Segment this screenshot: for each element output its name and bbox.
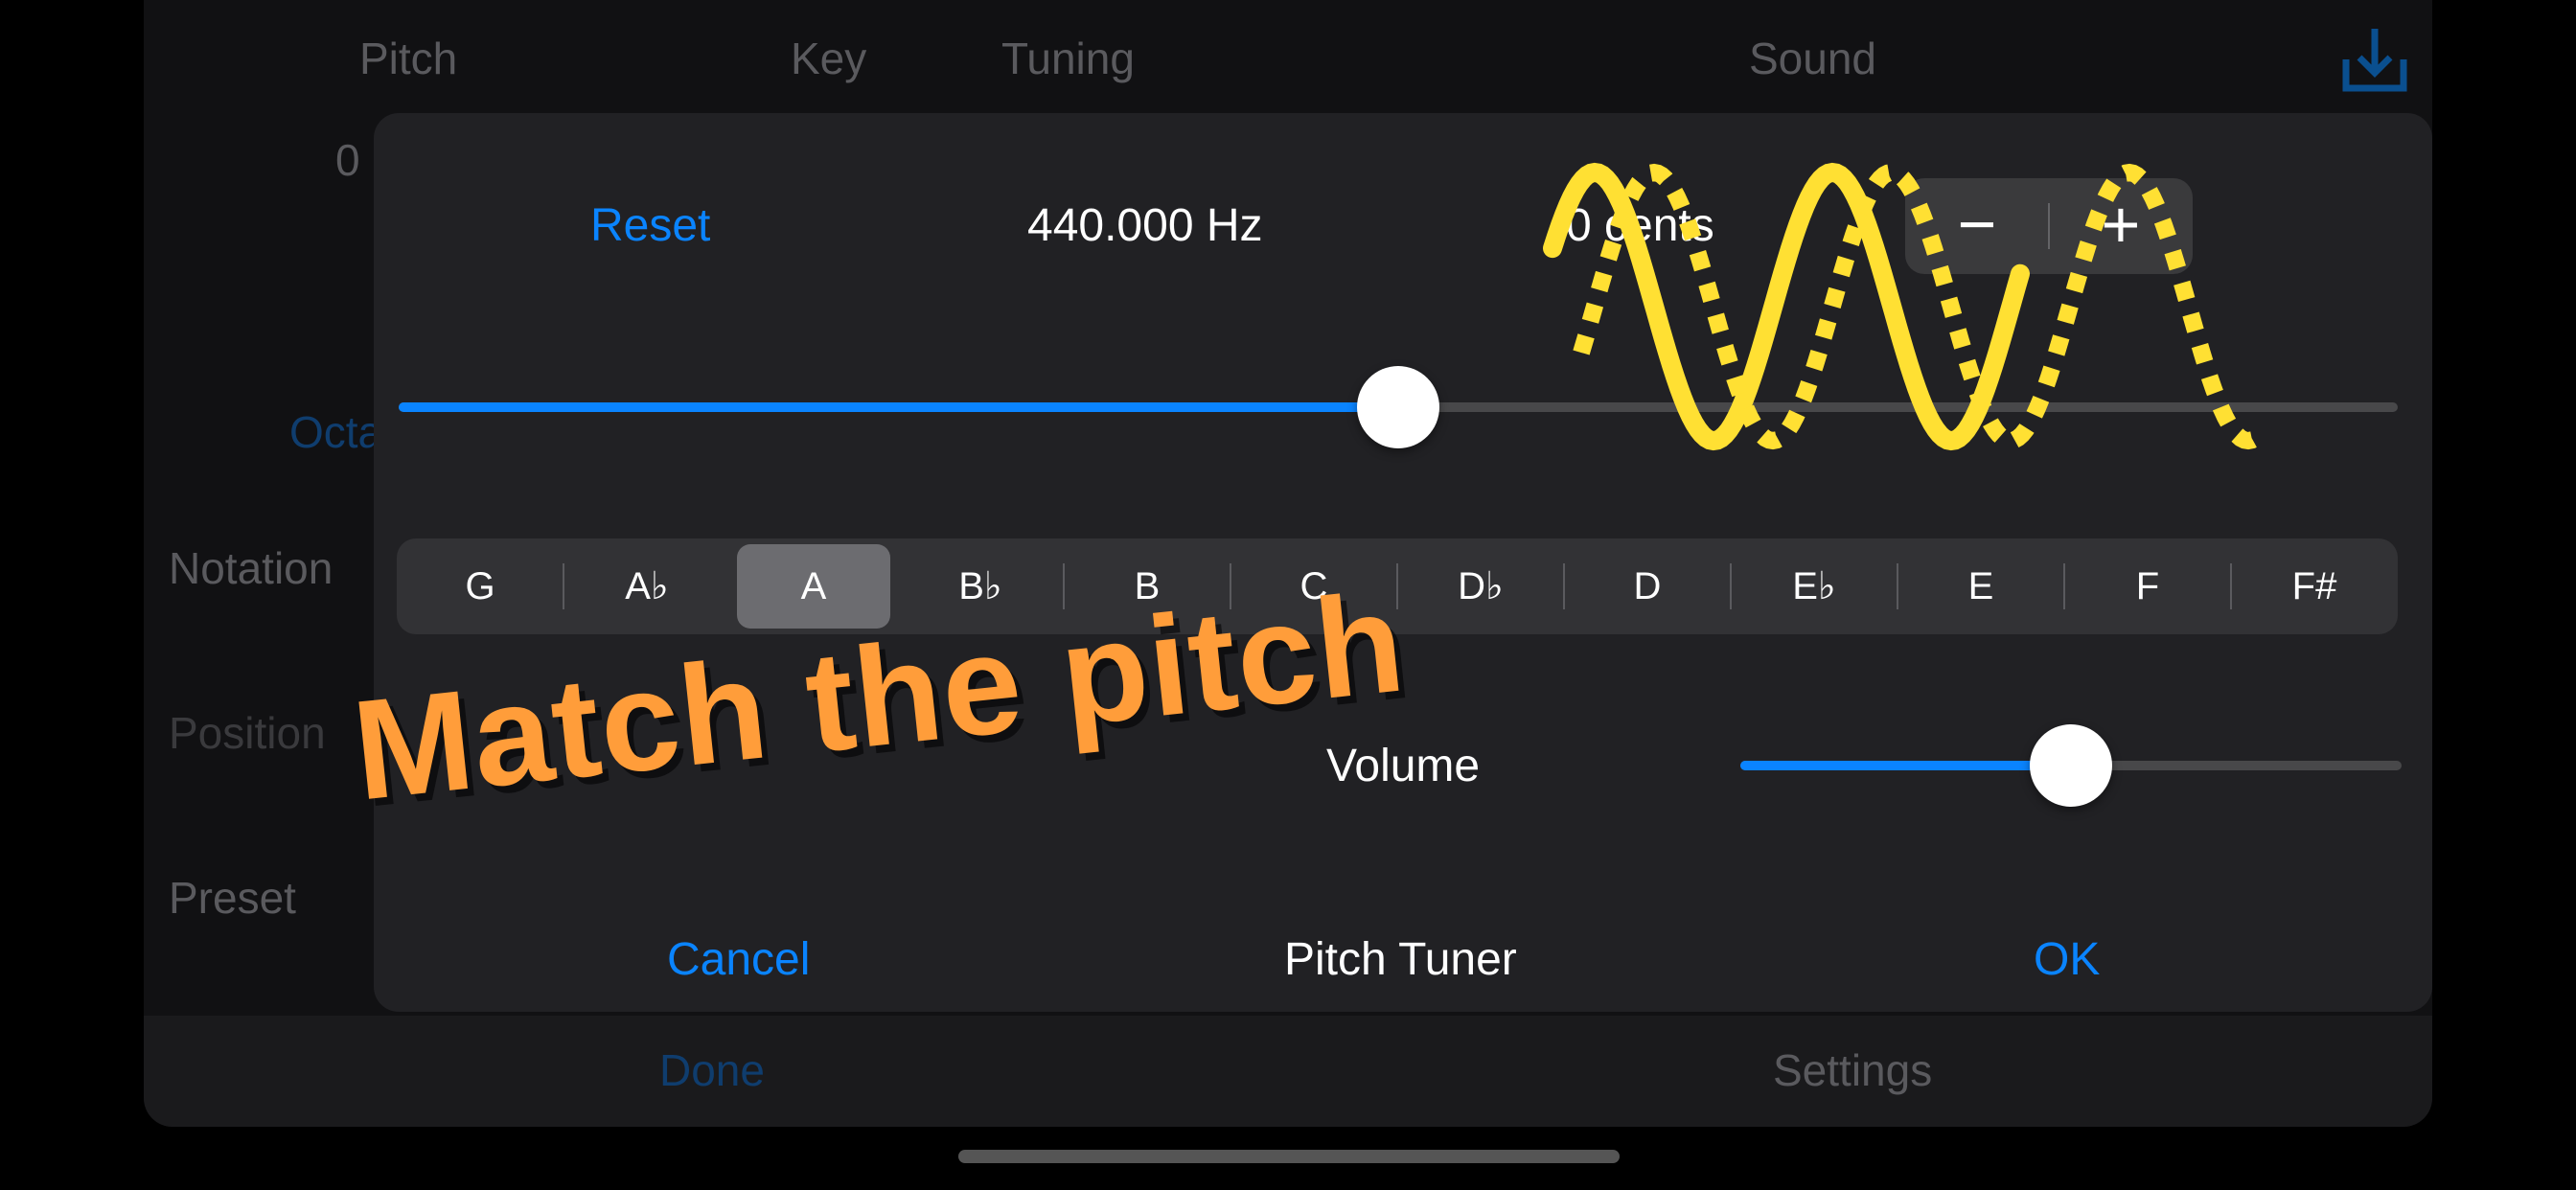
pitch-value: 0	[335, 135, 360, 185]
home-indicator	[958, 1150, 1620, 1163]
octave-button[interactable]: Octa	[289, 406, 382, 458]
note-segment[interactable]: D	[1571, 538, 1724, 634]
note-segment[interactable]: F	[2071, 538, 2224, 634]
note-segment[interactable]: F#	[2238, 538, 2391, 634]
segment-divider	[1563, 563, 1565, 609]
tab-pitch[interactable]: Pitch	[359, 33, 457, 84]
position-label: Position	[169, 708, 326, 758]
segment-divider	[1897, 563, 1898, 609]
preset-label: Preset	[169, 873, 296, 923]
bottom-bar: Done Settings	[144, 1016, 2432, 1127]
volume-slider-fill	[1740, 761, 2071, 770]
volume-label: Volume	[1326, 741, 1481, 791]
segment-divider	[2230, 563, 2232, 609]
note-segment[interactable]: E♭	[1737, 538, 1891, 634]
notation-label: Notation	[169, 543, 334, 593]
pitch-slider-fill	[399, 402, 1398, 412]
done-button[interactable]: Done	[659, 1044, 765, 1096]
tab-tuning[interactable]: Tuning	[1001, 33, 1135, 84]
tab-key[interactable]: Key	[791, 33, 866, 84]
note-segment[interactable]: E	[1904, 538, 2058, 634]
ok-button[interactable]: OK	[2034, 933, 2100, 986]
segment-divider	[2063, 563, 2065, 609]
dialog-title: Pitch Tuner	[1284, 934, 1517, 985]
settings-button[interactable]: Settings	[1773, 1044, 1932, 1096]
segment-divider	[1730, 563, 1732, 609]
note-segment[interactable]: A♭	[570, 538, 724, 634]
volume-slider-thumb[interactable]	[2030, 724, 2112, 807]
cancel-button[interactable]: Cancel	[667, 933, 810, 986]
note-segment[interactable]: D♭	[1404, 538, 1557, 634]
note-segment[interactable]: G	[403, 538, 557, 634]
sound-wave-graphic	[1543, 162, 2262, 451]
frequency-value: 440.000 Hz	[1027, 200, 1263, 251]
pitch-slider-thumb[interactable]	[1357, 366, 1439, 448]
segment-divider	[563, 563, 564, 609]
export-icon[interactable]	[2336, 21, 2413, 98]
tab-sound[interactable]: Sound	[1749, 33, 1876, 84]
reset-button[interactable]: Reset	[590, 199, 710, 252]
